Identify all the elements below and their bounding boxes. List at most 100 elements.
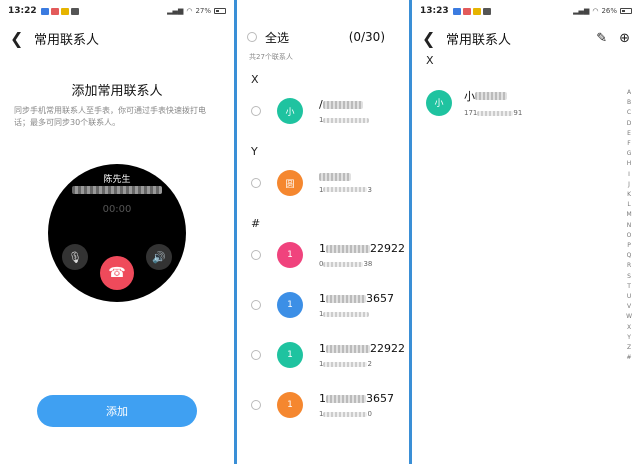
alphabet-index-letter[interactable]: P: [627, 241, 631, 251]
alphabet-index-letter[interactable]: K: [627, 190, 631, 200]
blurred-text: [326, 344, 370, 353]
contact-number-suffix: 2: [367, 360, 372, 368]
alphabet-index-letter[interactable]: M: [626, 210, 631, 220]
alphabet-index-letter[interactable]: #: [627, 353, 632, 363]
alphabet-index-letter[interactable]: X: [627, 323, 631, 333]
add-button[interactable]: 添加: [37, 395, 197, 427]
contact-radio[interactable]: [251, 106, 261, 116]
notification-icons: [40, 7, 79, 15]
total-contacts: 共27个联系人: [249, 53, 293, 61]
contact-name: /: [319, 98, 369, 111]
notification-icons: [452, 7, 491, 15]
blurred-text: [475, 92, 507, 100]
alphabet-index-letter[interactable]: J: [628, 180, 630, 190]
alphabet-index-letter[interactable]: H: [627, 159, 632, 169]
alphabet-index-letter[interactable]: S: [627, 272, 631, 282]
alphabet-index-letter[interactable]: E: [627, 129, 631, 139]
back-arrow-icon[interactable]: ❮: [10, 29, 24, 48]
signal-icon: ▂▄▆: [167, 7, 184, 15]
contact-name: 小: [464, 88, 522, 104]
contact-number-suffix: 38: [363, 260, 373, 268]
plus-circle-icon[interactable]: ⊕: [619, 31, 630, 46]
contact-radio[interactable]: [251, 350, 261, 360]
alphabet-index-letter[interactable]: F: [627, 139, 630, 149]
description-text: 同步手机常用联系人至手表，你可通过手表快速拨打电话；最多可同步30个联系人。: [14, 106, 206, 127]
contact-name: 1 3657: [319, 392, 394, 405]
wifi-icon: ◠: [186, 7, 193, 15]
alphabet-index[interactable]: A B C D E F G H I J K L M N O P Q R S T U V W X Y Z #: [626, 88, 632, 363]
contact-name-suffix: 3657: [366, 292, 394, 305]
app-notification-icon: [452, 7, 461, 15]
contact-row[interactable]: 1 1 22922 0 38: [237, 230, 409, 280]
alphabet-index-letter[interactable]: C: [627, 108, 631, 118]
battery-percent: 27%: [195, 7, 211, 15]
contact-name-suffix: 22922: [370, 342, 405, 355]
contact-radio[interactable]: [251, 400, 261, 410]
contact-number: 0 38: [319, 260, 405, 268]
hang-up-icon: ☎: [100, 256, 134, 290]
contact-radio[interactable]: [251, 250, 261, 260]
contact-row[interactable]: 小 / 1: [237, 86, 409, 136]
chat-notification-icon: [482, 7, 491, 15]
select-all-label[interactable]: 全选: [265, 29, 289, 46]
battery-icon: [620, 8, 632, 14]
contact-number: 10: [319, 410, 394, 418]
alphabet-index-letter[interactable]: D: [627, 119, 632, 129]
blurred-text: [326, 394, 366, 403]
alphabet-index-letter[interactable]: U: [627, 292, 631, 302]
contact-radio[interactable]: [251, 178, 261, 188]
blurred-text: [323, 411, 368, 417]
pencil-icon[interactable]: ✎: [596, 31, 607, 46]
avatar: 1: [277, 342, 303, 368]
alphabet-index-letter[interactable]: Z: [627, 343, 631, 353]
avatar: 1: [277, 242, 303, 268]
alphabet-index-letter[interactable]: Q: [627, 251, 632, 261]
blurred-text: [323, 187, 368, 192]
select-all-row: 全选 (0/30): [237, 22, 409, 52]
blurred-text: [477, 110, 514, 116]
contact-number: 1: [319, 116, 370, 124]
screen-contacts-list: 13:23 ▂▄▆ ◠ 26% ❮ 常用联系人 ✎ ⊕ X 小 小 171 91: [412, 0, 640, 464]
contact-row[interactable]: 1 1 3657 10: [237, 380, 409, 430]
contact-row[interactable]: 1 1 3657 1: [237, 280, 409, 330]
contact-number-suffix: 91: [513, 109, 523, 117]
contact-name-suffix: 22922: [370, 242, 405, 255]
microphone-icon: 🎙: [62, 244, 88, 270]
alphabet-index-letter[interactable]: O: [627, 231, 632, 241]
chat-notification-icon: [70, 7, 79, 15]
alphabet-index-letter[interactable]: N: [627, 221, 632, 231]
page-title: 常用联系人: [34, 32, 100, 48]
contact-name: 1 3657: [319, 292, 394, 305]
alphabet-index-letter[interactable]: V: [627, 302, 631, 312]
alphabet-index-letter[interactable]: R: [627, 261, 631, 271]
contact-name: [319, 172, 372, 181]
section-letter: X: [426, 54, 434, 67]
contact-radio[interactable]: [251, 300, 261, 310]
contact-number: 12: [319, 360, 405, 368]
avatar: 小: [426, 89, 452, 116]
blurred-text: [323, 311, 370, 317]
alphabet-index-letter[interactable]: W: [626, 312, 632, 322]
alphabet-index-letter[interactable]: B: [627, 98, 631, 108]
app-notification-icon: [472, 7, 481, 15]
contact-row[interactable]: 1 1 22922 12: [237, 330, 409, 380]
blurred-text: [323, 261, 364, 267]
alphabet-index-letter[interactable]: T: [627, 282, 631, 292]
select-all-radio[interactable]: [247, 32, 257, 42]
contact-name-text: 小: [464, 90, 475, 103]
contact-row[interactable]: 圆 13: [237, 158, 409, 208]
status-bar: 13:23 ▂▄▆ ◠ 26%: [412, 0, 640, 22]
contact-name: 1 22922: [319, 242, 405, 255]
section-letter: Y: [251, 145, 258, 158]
contact-row[interactable]: 小 小 171 91: [412, 78, 640, 127]
caller-name: 陈先生: [103, 175, 131, 185]
back-arrow-icon[interactable]: ❮: [422, 29, 436, 48]
alphabet-index-letter[interactable]: L: [627, 200, 630, 210]
alphabet-index-letter[interactable]: G: [627, 149, 632, 159]
avatar: 1: [277, 292, 303, 318]
alphabet-index-letter[interactable]: Y: [627, 333, 631, 343]
speaker-icon: 🔊: [146, 244, 172, 270]
contact-number-suffix: 3: [367, 185, 372, 194]
alphabet-index-letter[interactable]: I: [628, 170, 630, 180]
alphabet-index-letter[interactable]: A: [627, 88, 631, 98]
